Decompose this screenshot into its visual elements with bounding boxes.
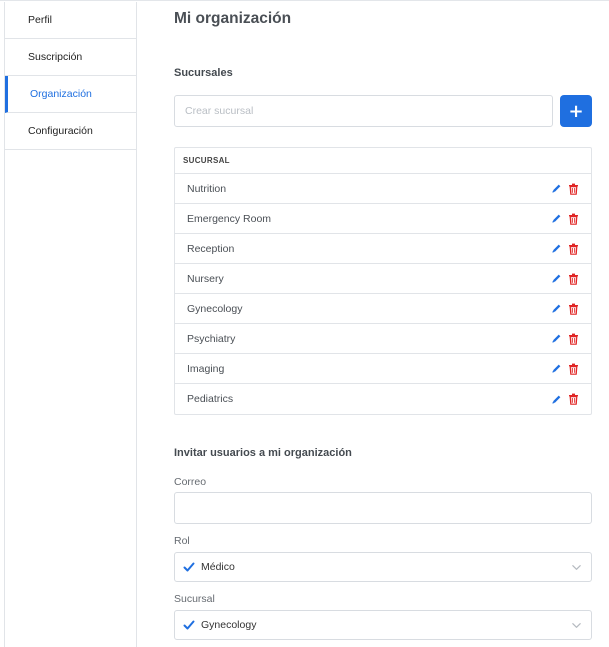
trash-icon[interactable] (567, 213, 579, 225)
pencil-icon[interactable] (550, 363, 562, 375)
create-branch-input[interactable] (174, 95, 553, 127)
top-divider (0, 0, 609, 1)
sidebar-item-label: Organización (30, 88, 92, 100)
branch-name: Reception (187, 242, 235, 255)
role-value: Médico (201, 561, 235, 573)
branch-name: Nursery (187, 272, 224, 285)
pencil-icon[interactable] (550, 243, 562, 255)
branch-row: Reception (175, 234, 591, 264)
branch-row: Nutrition (175, 174, 591, 204)
branch-value: Gynecology (201, 619, 257, 631)
pencil-icon[interactable] (550, 333, 562, 345)
branch-name: Nutrition (187, 182, 227, 195)
branch-name: Pediatrics (187, 393, 234, 405)
sidebar-item-label: Configuración (28, 125, 93, 137)
row-actions (550, 213, 579, 225)
branch-name: Emergency Room (187, 212, 272, 225)
branch-row: Pediatrics (175, 384, 591, 414)
sidebar-item-label: Perfil (28, 14, 52, 26)
trash-icon[interactable] (567, 393, 579, 405)
trash-icon[interactable] (567, 273, 579, 285)
chevron-down-icon (572, 623, 581, 628)
email-label: Correo (174, 476, 207, 488)
page-title: Mi organización (174, 10, 292, 27)
email-field[interactable] (174, 492, 592, 524)
branch-name: Imaging (187, 362, 225, 375)
row-actions (550, 243, 579, 255)
row-actions (550, 363, 579, 375)
trash-icon[interactable] (567, 363, 579, 375)
pencil-icon[interactable] (550, 213, 562, 225)
branch-row: Psychiatry (175, 324, 591, 354)
branch-name: Psychiatry (187, 332, 236, 345)
add-branch-button[interactable]: + (560, 95, 592, 127)
sidebar-item-configuracion[interactable]: Configuración (5, 113, 136, 150)
branch-row: Nursery (175, 264, 591, 294)
branch-select[interactable]: Gynecology (174, 610, 592, 640)
settings-sidebar: Perfil Suscripción Organización Configur… (4, 2, 137, 647)
trash-icon[interactable] (567, 243, 579, 255)
branch-row: Gynecology (175, 294, 591, 324)
branch-name: Gynecology (187, 302, 243, 315)
branches-table: SUCURSAL Nutrition Emergency Room Receptio… (174, 147, 592, 415)
row-actions (550, 183, 579, 195)
trash-icon[interactable] (567, 303, 579, 315)
sidebar-item-perfil[interactable]: Perfil (5, 2, 136, 39)
branch-row: Emergency Room (175, 204, 591, 234)
pencil-icon[interactable] (550, 273, 562, 285)
row-actions (550, 333, 579, 345)
row-actions (550, 393, 579, 405)
sidebar-item-label: Suscripción (28, 51, 83, 63)
row-actions (550, 303, 579, 315)
pencil-icon[interactable] (550, 393, 562, 405)
sidebar-item-organizacion[interactable]: Organización (5, 76, 136, 113)
sidebar-item-suscripcion[interactable]: Suscripción (5, 39, 136, 76)
role-select[interactable]: Médico (174, 552, 592, 582)
pencil-icon[interactable] (550, 303, 562, 315)
trash-icon[interactable] (567, 183, 579, 195)
pencil-icon[interactable] (550, 183, 562, 195)
branches-table-header: SUCURSAL (175, 148, 591, 174)
chevron-down-icon (572, 565, 581, 570)
role-label: Rol (174, 535, 190, 547)
invite-heading: Invitar usuarios a mi organización (174, 447, 352, 459)
branch-row: Imaging (175, 354, 591, 384)
trash-icon[interactable] (567, 333, 579, 345)
branches-heading: Sucursales (174, 67, 233, 79)
check-icon (183, 562, 195, 572)
branch-label: Sucursal (174, 593, 215, 605)
row-actions (550, 273, 579, 285)
check-icon (183, 620, 195, 630)
